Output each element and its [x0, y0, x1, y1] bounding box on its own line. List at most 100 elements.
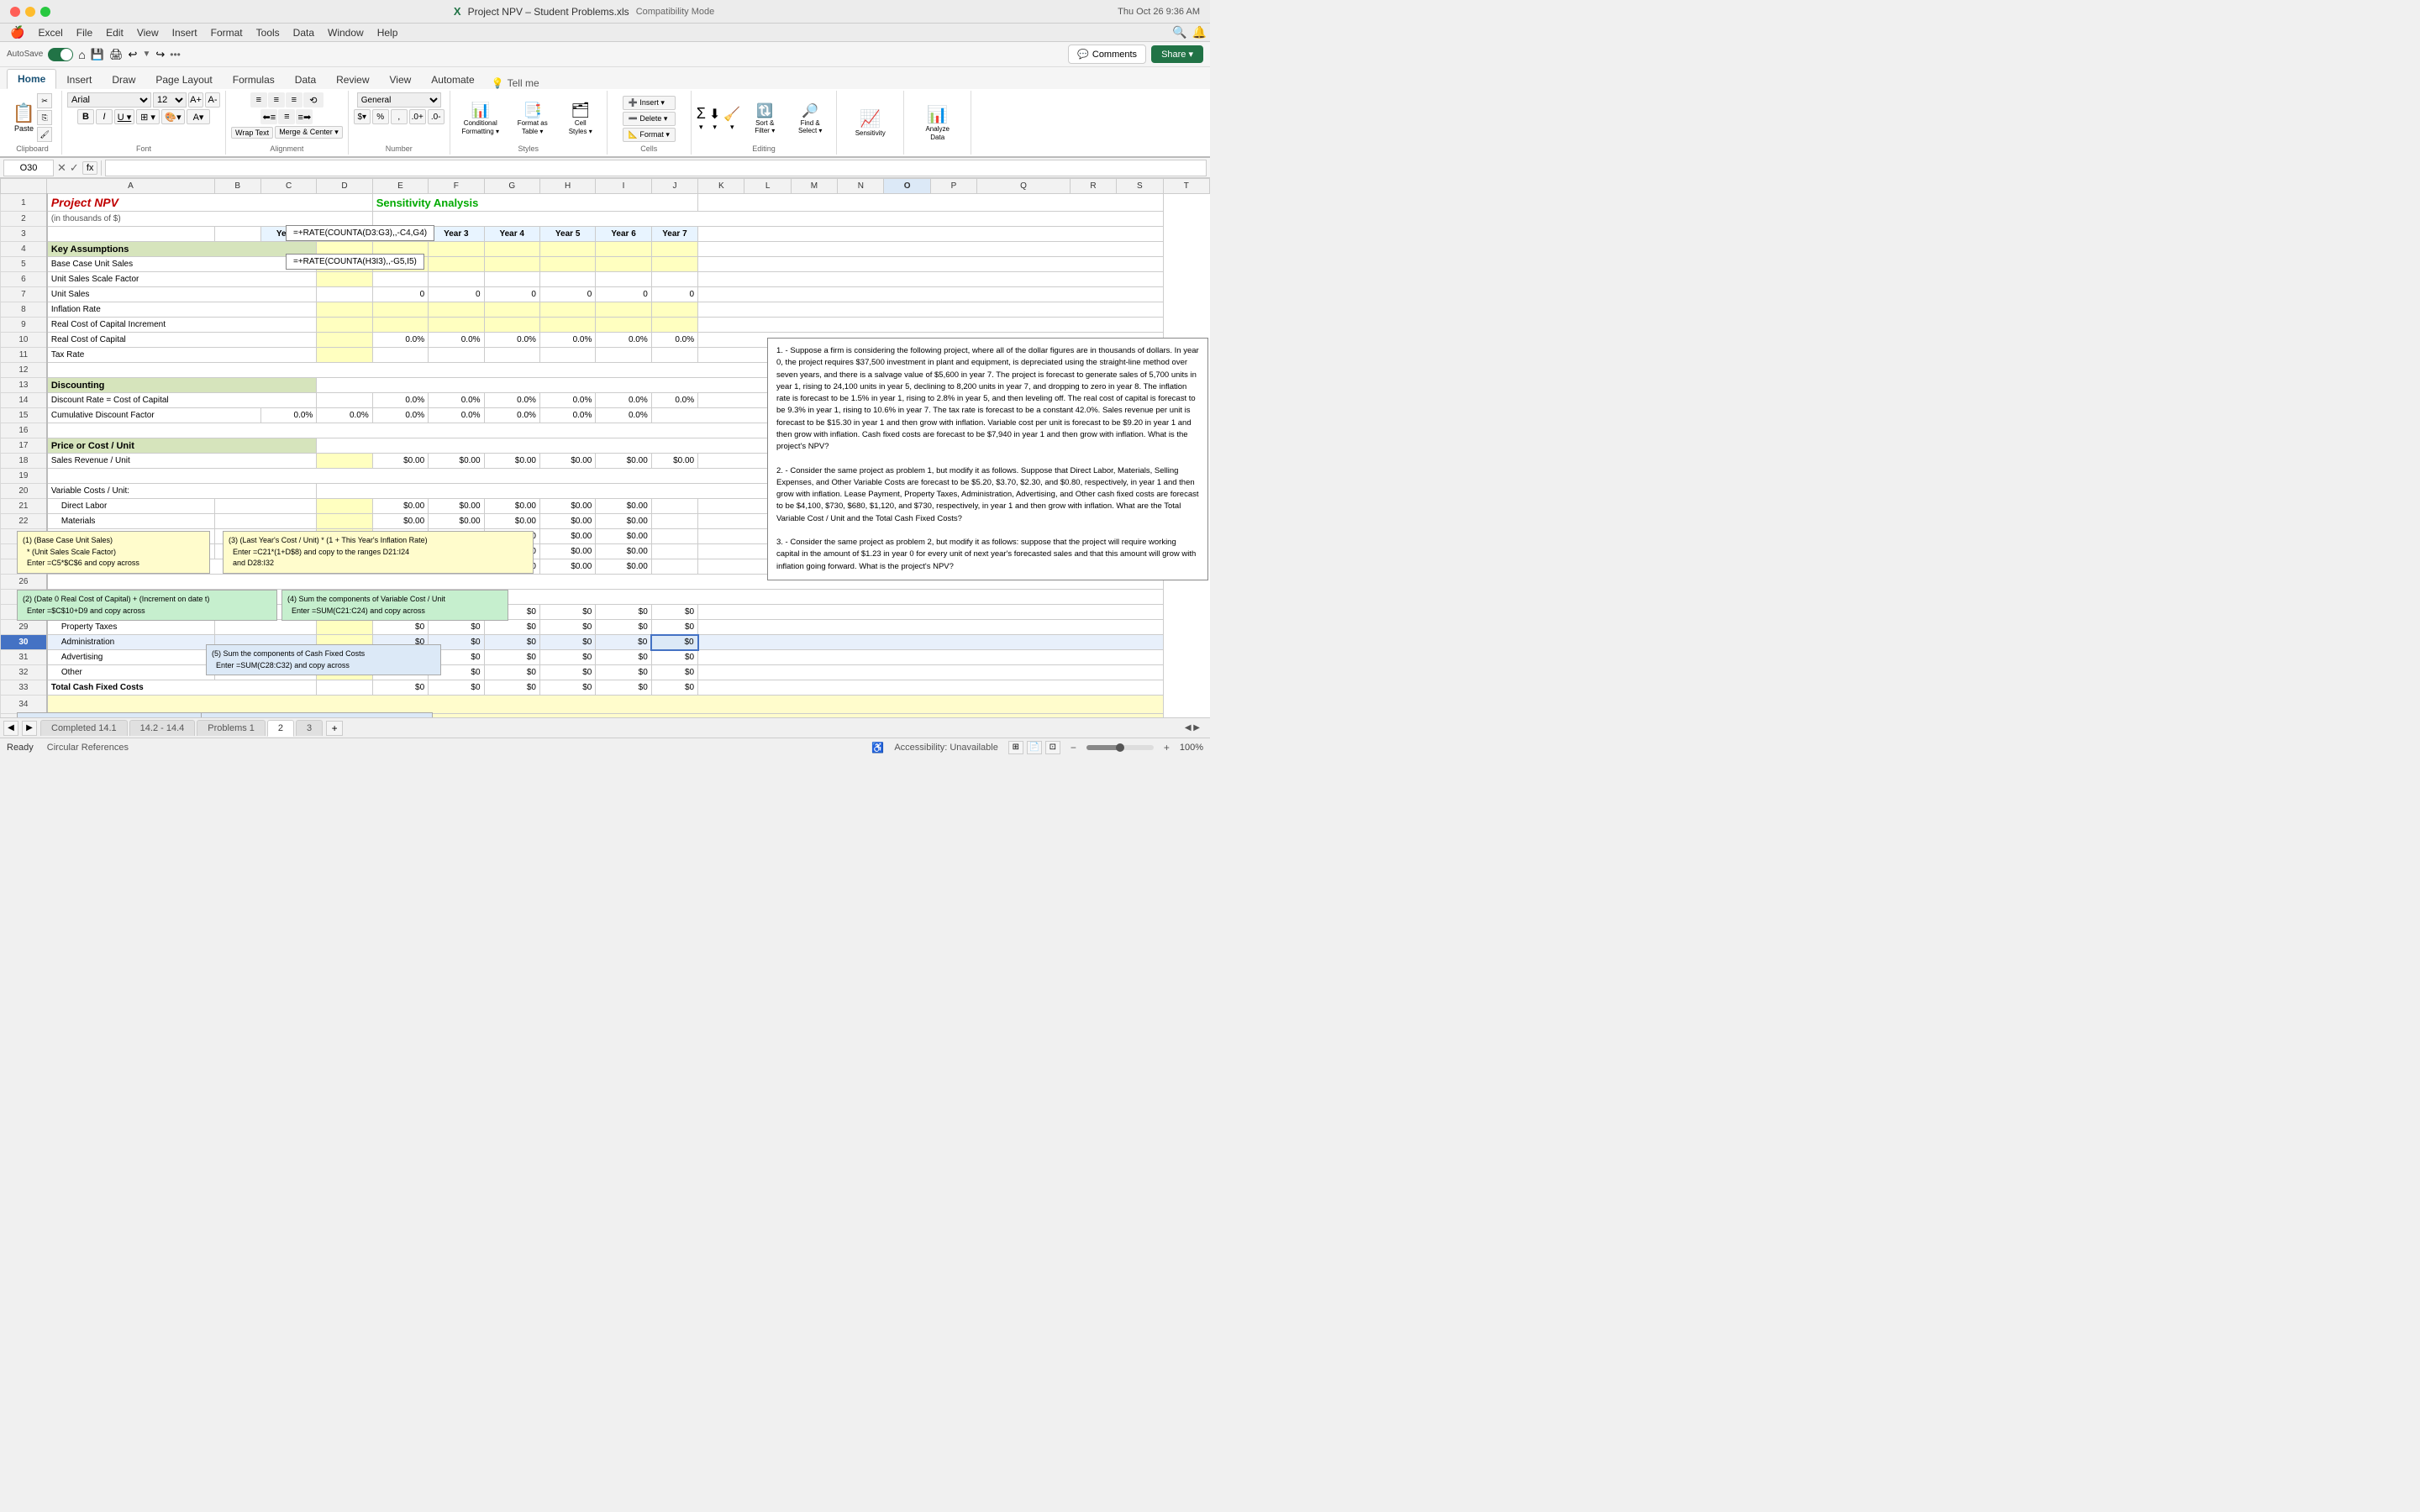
- cdf-y1[interactable]: 0.0%: [317, 408, 372, 423]
- sheet-tab-3[interactable]: 3: [296, 720, 323, 736]
- delete-cells-button[interactable]: ➖ Delete ▾: [623, 112, 676, 126]
- increase-decimal[interactable]: .0+: [409, 109, 426, 124]
- comments-button[interactable]: 💬 Comments: [1068, 45, 1146, 64]
- col-header-T[interactable]: T: [1163, 179, 1209, 194]
- selected-cell-O30[interactable]: $0: [651, 635, 697, 650]
- input-cell[interactable]: [539, 242, 595, 257]
- percent-button[interactable]: %: [372, 109, 389, 124]
- input-cell[interactable]: [317, 318, 372, 333]
- input-cell[interactable]: [596, 257, 651, 272]
- row-number[interactable]: 30: [1, 635, 47, 650]
- input-cell[interactable]: [651, 257, 697, 272]
- row-number[interactable]: 19: [1, 469, 47, 484]
- col-header-D[interactable]: D: [317, 179, 372, 194]
- sr-y1[interactable]: $0.00: [372, 454, 428, 469]
- input-cell[interactable]: [539, 318, 595, 333]
- zoom-plus[interactable]: +: [1164, 742, 1170, 753]
- input-cell[interactable]: [317, 302, 372, 318]
- cdf-y6[interactable]: 0.0%: [596, 408, 651, 423]
- cell[interactable]: [372, 272, 428, 287]
- align-center[interactable]: ≡: [278, 109, 295, 124]
- input-cell[interactable]: [484, 242, 539, 257]
- input-cell[interactable]: [539, 257, 595, 272]
- col-header-P[interactable]: P: [930, 179, 976, 194]
- unit-sales-y6[interactable]: 0: [651, 287, 697, 302]
- row-number[interactable]: 12: [1, 363, 47, 378]
- dr-y3[interactable]: 0.0%: [484, 393, 539, 408]
- sheet-tab-completed141[interactable]: Completed 14.1: [40, 720, 128, 736]
- find-select-button[interactable]: 🔎 Find &Select ▾: [789, 102, 831, 134]
- cell[interactable]: [539, 348, 595, 363]
- sr-y4[interactable]: $0.00: [539, 454, 595, 469]
- rcc-y2[interactable]: 0.0%: [429, 333, 484, 348]
- cdf-y2[interactable]: 0.0%: [372, 408, 428, 423]
- copy-button[interactable]: ⎘: [37, 110, 52, 125]
- input-cell[interactable]: [484, 302, 539, 318]
- dr-y2[interactable]: 0.0%: [429, 393, 484, 408]
- font-size-decrease[interactable]: A-: [205, 92, 220, 108]
- clear-button[interactable]: 🧹 ▾: [723, 106, 740, 132]
- align-right[interactable]: ≡➡: [296, 109, 313, 124]
- redo-icon[interactable]: ↪: [155, 48, 165, 61]
- menu-file[interactable]: File: [70, 25, 99, 40]
- row-number[interactable]: 16: [1, 423, 47, 438]
- home-icon[interactable]: ⌂: [78, 48, 85, 61]
- row-number[interactable]: 4: [1, 242, 47, 257]
- tab-review[interactable]: Review: [326, 71, 379, 89]
- scroll-tabs-left[interactable]: ◀: [3, 721, 18, 736]
- format-painter-button[interactable]: 🖌: [37, 127, 52, 142]
- cell[interactable]: [484, 348, 539, 363]
- input-cell[interactable]: [596, 242, 651, 257]
- cell[interactable]: [317, 393, 372, 408]
- row-number[interactable]: 14: [1, 393, 47, 408]
- underline-button[interactable]: U ▾: [114, 109, 134, 124]
- row-number[interactable]: 22: [1, 514, 47, 529]
- input-cell[interactable]: [484, 318, 539, 333]
- align-top-left[interactable]: ≡: [250, 92, 267, 108]
- row-number[interactable]: 5: [1, 257, 47, 272]
- decrease-decimal[interactable]: .0-: [428, 109, 445, 124]
- input-cell[interactable]: [596, 302, 651, 318]
- cell[interactable]: [596, 348, 651, 363]
- row-number[interactable]: 11: [1, 348, 47, 363]
- cdf-y3[interactable]: 0.0%: [429, 408, 484, 423]
- sr-y5[interactable]: $0.00: [596, 454, 651, 469]
- save-icon[interactable]: 💾: [91, 48, 104, 61]
- menu-tools[interactable]: Tools: [250, 25, 287, 40]
- cell[interactable]: [596, 272, 651, 287]
- align-top-right[interactable]: ≡: [286, 92, 302, 108]
- input-cell[interactable]: [429, 318, 484, 333]
- tab-data[interactable]: Data: [285, 71, 326, 89]
- zoom-minus[interactable]: −: [1071, 742, 1076, 753]
- cell[interactable]: [372, 348, 428, 363]
- input-cell[interactable]: [429, 242, 484, 257]
- menu-data[interactable]: Data: [287, 25, 321, 40]
- cut-button[interactable]: ✂: [37, 93, 52, 108]
- menu-help[interactable]: Help: [371, 25, 405, 40]
- sort-filter-button[interactable]: 🔃 Sort &Filter ▾: [744, 102, 786, 134]
- cell[interactable]: [429, 272, 484, 287]
- dr-y1[interactable]: 0.0%: [372, 393, 428, 408]
- normal-view-button[interactable]: ⊞: [1008, 741, 1023, 754]
- wrap-text-button[interactable]: Wrap Text: [231, 127, 273, 139]
- cell[interactable]: [484, 272, 539, 287]
- cdf-y4[interactable]: 0.0%: [484, 408, 539, 423]
- autosave-toggle[interactable]: [48, 48, 73, 61]
- row-number[interactable]: 17: [1, 438, 47, 454]
- tab-draw[interactable]: Draw: [102, 71, 145, 89]
- analyze-data-button[interactable]: 📊 AnalyzeData: [914, 104, 961, 141]
- font-size-increase[interactable]: A+: [188, 92, 203, 108]
- input-cell[interactable]: [429, 257, 484, 272]
- col-header-F[interactable]: F: [429, 179, 484, 194]
- cell[interactable]: [429, 348, 484, 363]
- insert-cells-button[interactable]: ➕ Insert ▾: [623, 96, 676, 110]
- font-size-select[interactable]: 12: [153, 92, 187, 108]
- font-family-select[interactable]: Arial: [67, 92, 151, 108]
- col-header-M[interactable]: M: [791, 179, 837, 194]
- borders-button[interactable]: ⊞ ▾: [136, 109, 160, 124]
- row-number[interactable]: 7: [1, 287, 47, 302]
- row-number[interactable]: 20: [1, 484, 47, 499]
- autosum-button[interactable]: Σ ▾: [697, 105, 706, 132]
- row-number[interactable]: 1: [1, 194, 47, 212]
- input-cell[interactable]: [317, 348, 372, 363]
